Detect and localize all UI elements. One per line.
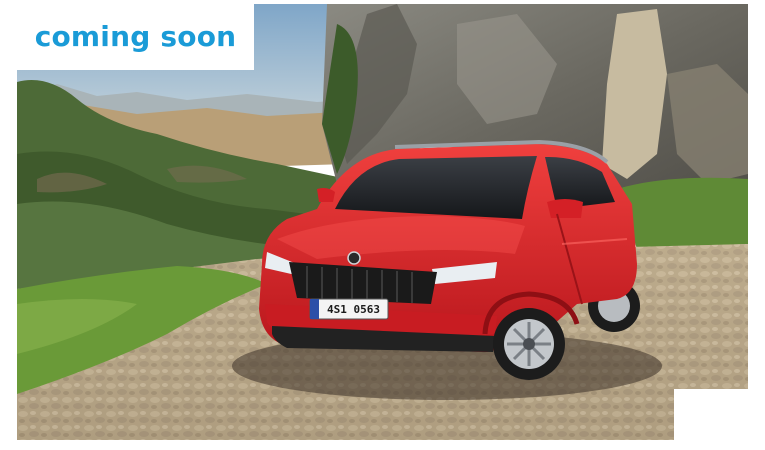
coming-soon-badge: coming soon [17,4,254,70]
bottom-margin [0,440,765,450]
coming-soon-label: coming soon [34,19,237,53]
car-photo: 4S1 0563 [17,4,748,450]
license-plate-text: 4S1 0563 [327,303,380,316]
promo-card: 4S1 0563 coming soon [0,0,765,450]
